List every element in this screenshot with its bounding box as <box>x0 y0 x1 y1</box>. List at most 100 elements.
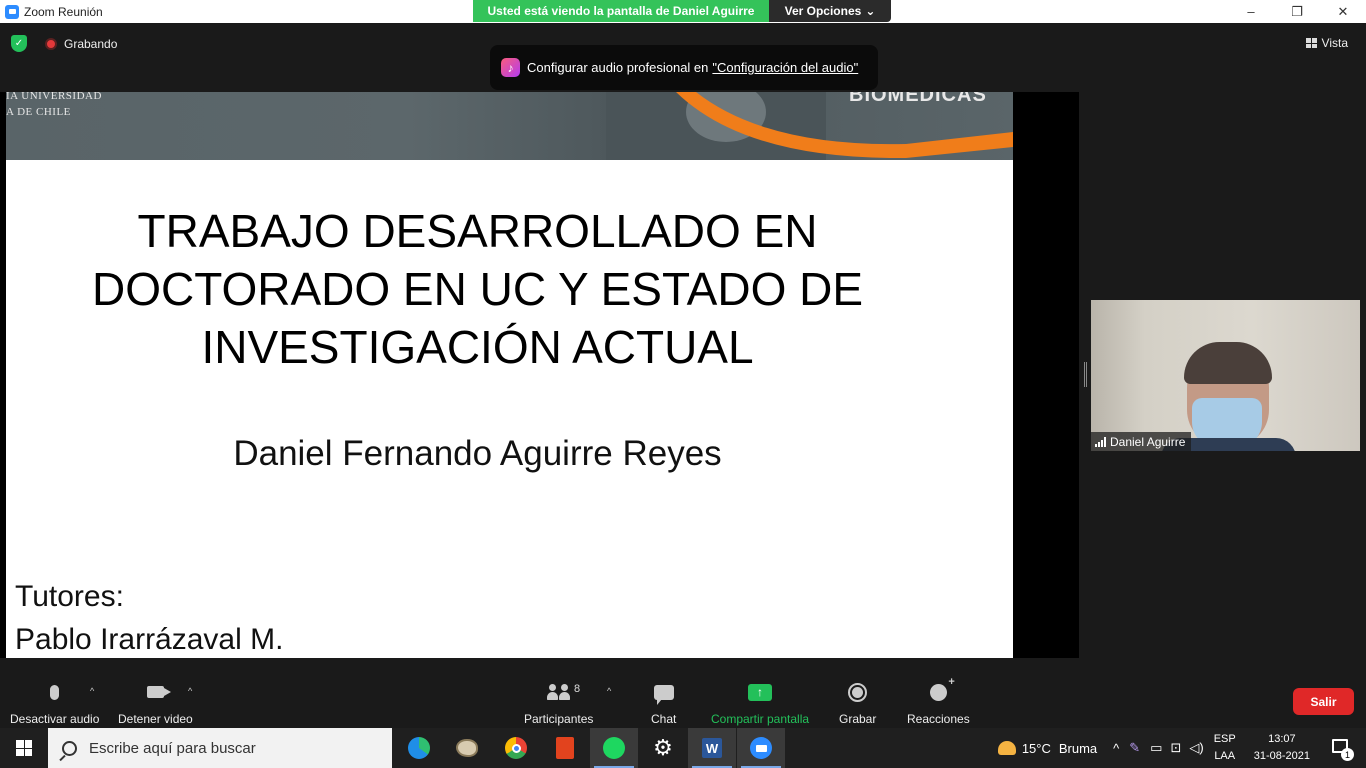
network-icon[interactable]: ⊡ <box>1170 740 1181 756</box>
slide-title-line-3: INVESTIGACIÓN ACTUAL <box>201 321 754 373</box>
tutors-label: Tutores: <box>15 580 124 613</box>
restore-button[interactable]: ❐ <box>1274 0 1320 23</box>
slide-tutors: Tutores: Pablo Irarrázaval M. <box>15 575 283 658</box>
taskbar-edge[interactable] <box>395 728 443 768</box>
brand-line-2: A DE CHILE <box>6 106 71 118</box>
tutor-name: Pablo Irarrázaval M. <box>15 623 284 656</box>
close-button[interactable]: ✕ <box>1320 0 1366 23</box>
slide-title-line-1: TRABAJO DESARROLLADO EN <box>137 205 818 257</box>
minimize-button[interactable]: – <box>1228 0 1274 23</box>
volume-icon[interactable]: ◁) <box>1189 740 1203 756</box>
tray-overflow-chevron[interactable]: ^ <box>1113 741 1119 756</box>
recording-indicator[interactable]: Grabando <box>45 37 117 51</box>
shared-screen-area: IA UNIVERSIDAD A DE CHILE BIOMÉDICAS TRA… <box>0 92 1079 658</box>
slide-header-banner: IA UNIVERSIDAD A DE CHILE BIOMÉDICAS <box>6 92 1013 160</box>
video-options-caret[interactable]: ^ <box>188 686 192 696</box>
zoom-icon <box>750 737 772 759</box>
record-label: Grabar <box>839 712 877 726</box>
music-note-icon: ♪ <box>501 58 520 77</box>
slide-title-line-2: DOCTORADO EN UC Y ESTADO DE <box>91 263 864 315</box>
keyboard-layout-code: LAA <box>1214 750 1236 762</box>
word-icon: W <box>702 738 722 758</box>
chat-bubble-icon <box>653 680 674 705</box>
participants-button[interactable]: Participantes <box>524 680 593 726</box>
microphone-icon <box>50 680 60 704</box>
paint-palette-icon <box>456 739 478 757</box>
brand-line-1: IA UNIVERSIDAD <box>6 92 102 102</box>
office-icon <box>556 737 574 759</box>
window-title: Zoom Reunión <box>24 4 103 19</box>
taskbar-settings[interactable]: ⚙ <box>639 728 687 768</box>
participants-label: Participantes <box>524 712 594 726</box>
battery-icon[interactable]: ▭ <box>1150 740 1162 756</box>
share-screen-button[interactable]: ↑ Compartir pantalla <box>711 680 809 726</box>
stop-video-button[interactable]: Detener video <box>118 680 193 726</box>
mute-button[interactable]: Desactivar audio <box>10 680 99 726</box>
clock-time: 13:07 <box>1268 733 1296 745</box>
share-screen-icon: ↑ <box>748 680 773 704</box>
recording-label: Grabando <box>64 37 118 51</box>
audio-tip-text: Configurar audio profesional en <box>527 60 709 75</box>
taskbar-office[interactable] <box>541 728 589 768</box>
recording-dot-icon <box>45 38 57 50</box>
chat-button[interactable]: Chat <box>651 680 676 726</box>
participant-video-tile[interactable]: Daniel Aguirre <box>1091 300 1360 451</box>
slide-university-brand: IA UNIVERSIDAD A DE CHILE <box>6 92 102 120</box>
chat-label: Chat <box>651 712 677 726</box>
notification-center-button[interactable]: 1 <box>1332 739 1354 761</box>
participants-count: 8 <box>574 683 581 695</box>
record-button[interactable]: Grabar <box>839 680 876 726</box>
pen-icon[interactable]: ✎ <box>1129 740 1140 756</box>
search-icon <box>62 740 77 756</box>
share-banner: Usted está viendo la pantalla de Daniel … <box>473 0 891 22</box>
slide-author: Daniel Fernando Aguirre Reyes <box>233 434 722 473</box>
input-language-indicator[interactable]: ESP LAA <box>1214 731 1236 765</box>
audio-options-caret[interactable]: ^ <box>90 686 94 696</box>
weather-temperature[interactable]: 15°C <box>1022 741 1051 756</box>
search-placeholder: Escribe aquí para buscar <box>89 739 256 757</box>
notification-count: 1 <box>1341 748 1354 761</box>
spotify-icon <box>603 737 625 759</box>
zoom-app-icon <box>5 4 19 19</box>
weather-haze-icon[interactable] <box>997 741 1016 755</box>
reactions-button[interactable]: Reacciones <box>907 676 970 727</box>
taskbar-paint[interactable] <box>443 728 491 768</box>
audio-settings-link[interactable]: "Configuración del audio" <box>712 60 858 75</box>
slide-right-brand: BIOMÉDICAS <box>849 92 987 106</box>
reactions-label: Reacciones <box>907 712 970 726</box>
view-options-label: Ver Opciones <box>784 4 862 18</box>
panel-resize-handle[interactable] <box>1084 362 1087 387</box>
slide-title: TRABAJO DESARROLLADO EN DOCTORADO EN UC … <box>6 202 949 376</box>
view-label: Vista <box>1321 36 1348 50</box>
grid-view-icon <box>1305 38 1317 48</box>
clock-date: 31-08-2021 <box>1253 750 1310 762</box>
participant-name-tag: Daniel Aguirre <box>1091 432 1192 451</box>
taskbar-search-box[interactable]: Escribe aquí para buscar <box>48 728 392 768</box>
chrome-browser-icon <box>505 737 527 759</box>
taskbar-word[interactable]: W <box>688 728 736 768</box>
share-viewing-label: Usted está viendo la pantalla de Daniel … <box>473 0 769 22</box>
connection-signal-icon <box>1095 436 1106 447</box>
audio-settings-toast: ♪ Configurar audio profesional en "Confi… <box>490 45 878 90</box>
security-shield-icon[interactable]: ✓ <box>11 35 27 52</box>
taskbar-spotify[interactable] <box>590 728 638 768</box>
leave-meeting-button[interactable]: Salir <box>1293 688 1354 715</box>
weather-description[interactable]: Bruma <box>1059 741 1097 756</box>
taskbar-zoom[interactable] <box>737 728 785 768</box>
view-options-button[interactable]: Ver Opciones ⌄ <box>769 0 891 22</box>
taskbar-chrome[interactable] <box>492 728 540 768</box>
presentation-slide: IA UNIVERSIDAD A DE CHILE BIOMÉDICAS TRA… <box>6 92 1013 658</box>
participants-icon <box>547 680 571 704</box>
language-code: ESP <box>1213 733 1236 745</box>
mute-label: Desactivar audio <box>10 712 100 726</box>
chevron-down-icon: ⌄ <box>865 4 876 18</box>
stop-video-label: Detener video <box>118 712 193 726</box>
taskbar-clock[interactable]: 13:07 31-08-2021 <box>1254 731 1310 765</box>
participants-options-caret[interactable]: ^ <box>607 686 611 696</box>
view-button[interactable]: Vista <box>1305 36 1348 50</box>
gear-icon: ⚙ <box>653 735 673 760</box>
share-screen-label: Compartir pantalla <box>711 712 810 726</box>
record-icon <box>848 680 868 704</box>
start-button[interactable] <box>0 728 48 768</box>
window-controls: – ❐ ✕ <box>1228 0 1366 23</box>
